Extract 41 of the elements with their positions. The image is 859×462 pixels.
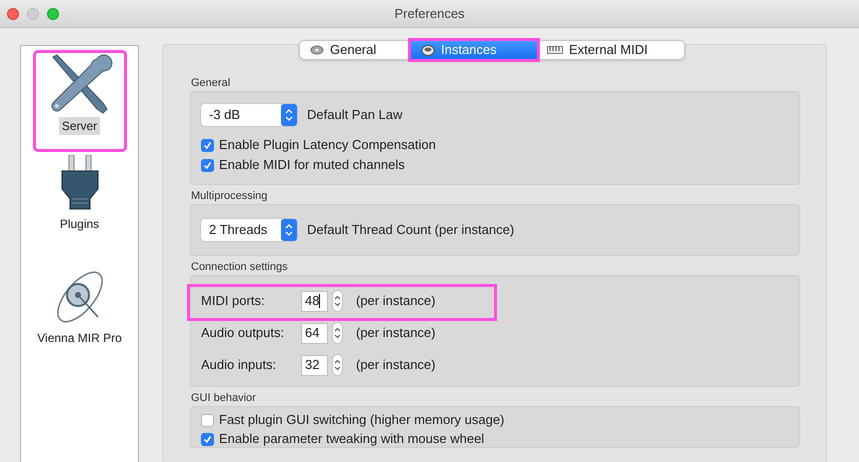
checkbox-label: Fast plugin GUI switching (higher memory usage) [219, 411, 504, 430]
checkbox[interactable] [201, 158, 214, 172]
window-title: Preferences [394, 4, 465, 23]
speaker-icon [421, 44, 435, 56]
field-label: Audio inputs: [201, 356, 278, 374]
stepper-icon[interactable] [332, 290, 343, 312]
checkbox[interactable] [201, 432, 214, 446]
section-heading: Connection settings [190, 260, 289, 274]
dropdown-label: Default Thread Count (per instance) [307, 221, 514, 240]
tab[interactable]: Instances [411, 41, 537, 59]
field-note: (per instance) [356, 292, 436, 310]
stepper-icon[interactable] [332, 322, 343, 344]
stepper-icon[interactable] [332, 354, 343, 376]
number-field[interactable]: 32 [301, 354, 328, 376]
checkbox-label: Enable MIDI for muted channels [219, 156, 405, 174]
close-button[interactable] [7, 8, 19, 20]
dropdown[interactable]: -3 dB [201, 104, 297, 126]
tab[interactable]: General [300, 41, 411, 59]
stepper-icon [281, 219, 297, 241]
section-heading: General [190, 76, 232, 90]
checkbox[interactable] [201, 138, 214, 152]
checkbox-label: Enable Plugin Latency Compensation [219, 136, 436, 154]
section-heading: Multiprocessing [190, 189, 268, 203]
field-label: MIDI ports: [201, 292, 266, 310]
number-field[interactable]: 64 [301, 322, 328, 344]
field-note: (per instance) [356, 356, 436, 374]
dropdown[interactable]: 2 Threads [201, 219, 297, 241]
number-field[interactable]: 48 [301, 290, 328, 312]
keyboard-icon [547, 46, 563, 54]
checkbox-label: Enable parameter tweaking with mouse wheel [219, 430, 484, 448]
sidebar-item[interactable]: Vienna MIR Pro [24, 257, 134, 349]
stepper-icon [281, 104, 297, 126]
section-heading: GUI behavior [190, 391, 257, 405]
dropdown-label: Default Pan Law [307, 106, 402, 124]
field-label: Audio outputs: [201, 324, 286, 342]
checkbox[interactable] [201, 414, 214, 426]
zoom-button[interactable] [47, 8, 59, 20]
field-note: (per instance) [356, 324, 436, 342]
sidebar-item[interactable]: Server [36, 53, 124, 149]
sidebar-item[interactable]: Plugins [36, 155, 124, 251]
tab[interactable]: External MIDI [537, 41, 684, 59]
